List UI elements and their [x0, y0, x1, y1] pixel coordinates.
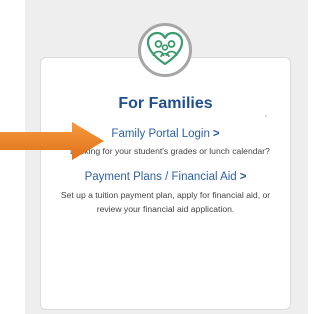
orange-arrow-icon [0, 122, 104, 160]
family-portal-login-label[interactable]: Family Portal Login [111, 128, 209, 140]
divider-dot [265, 115, 267, 117]
payment-plans-label[interactable]: Payment Plans / Financial Aid [85, 171, 237, 183]
payment-plans-description-line-1: Set up a tuition payment plan, apply for… [60, 190, 271, 200]
payment-plans-description-line-2: review your financial aid application. [96, 204, 235, 214]
chevron-right-icon[interactable]: > [213, 128, 220, 140]
payment-plans-link[interactable]: Payment Plans / Financial Aid > [40, 171, 291, 183]
card-title: For Families [118, 95, 213, 112]
chevron-right-icon[interactable]: > [240, 171, 247, 183]
family-heart-icon [138, 23, 192, 77]
